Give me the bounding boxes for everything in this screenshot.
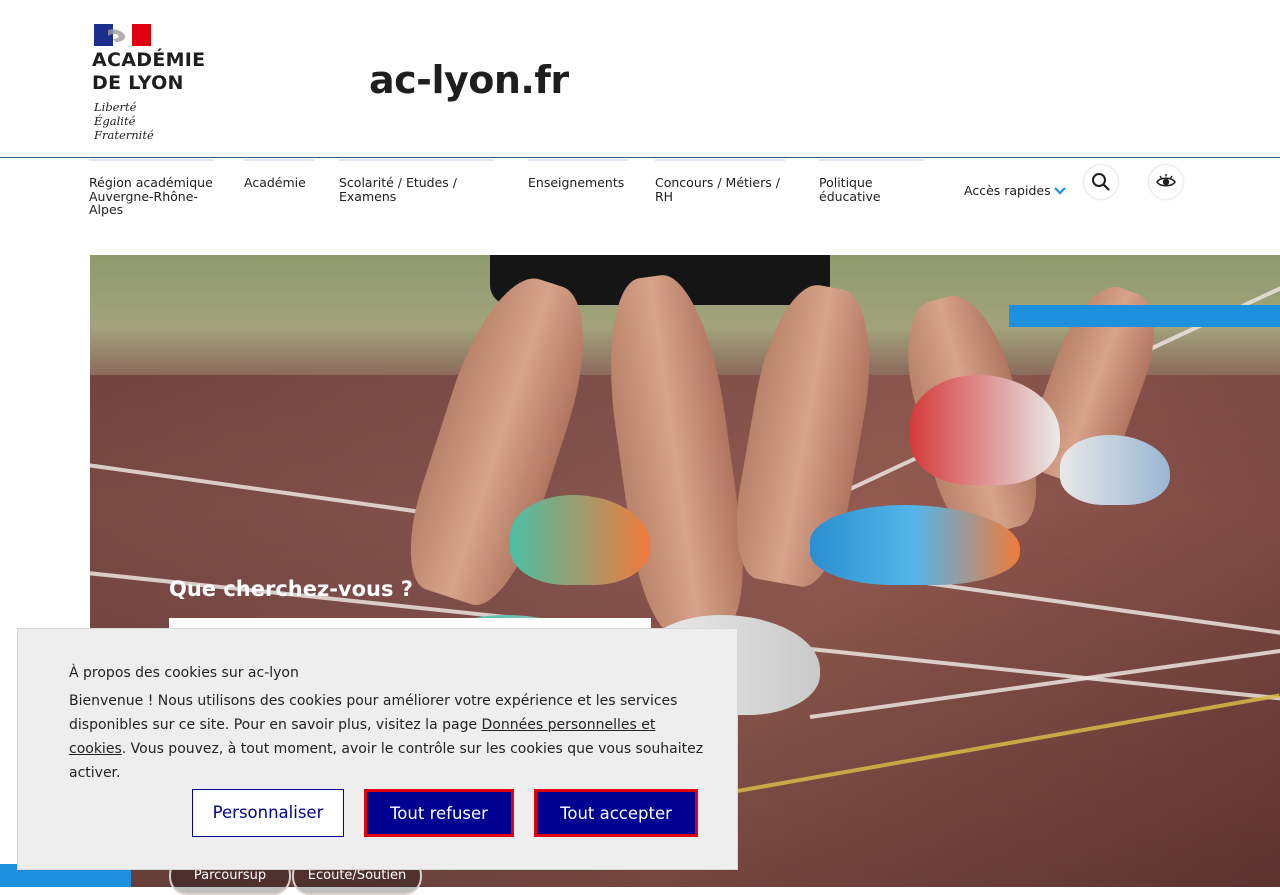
- header-divider: [0, 157, 1280, 158]
- cookie-text-outro: . Vous pouvez, à tout moment, avoir le c…: [69, 741, 704, 781]
- nav-item-politique[interactable]: Politique éducative: [819, 159, 924, 203]
- accessibility-button[interactable]: [1149, 165, 1183, 199]
- nav-item-scolarite[interactable]: Scolarité / Etudes / Examens: [339, 159, 494, 203]
- nav-item-concours[interactable]: Concours / Métiers / RH: [655, 159, 785, 203]
- search-prompt-heading: Que cherchez-vous ?: [169, 577, 413, 601]
- cookie-banner-title: À propos des cookies sur ac-lyon: [69, 665, 299, 681]
- nav-item-academie[interactable]: Académie: [244, 159, 314, 190]
- logo-line-2: DE LYON: [92, 72, 184, 94]
- running-shoe: [1060, 435, 1170, 505]
- nav-item-region[interactable]: Région académique Auvergne-Rhône-Alpes: [89, 159, 214, 217]
- quick-access-menu[interactable]: Accès rapides: [964, 183, 1051, 198]
- search-button[interactable]: [1084, 165, 1118, 199]
- customize-cookies-button[interactable]: Personnaliser: [192, 789, 344, 837]
- motto-egalite: Égalité: [94, 114, 136, 128]
- site-title[interactable]: ac-lyon.fr: [369, 58, 569, 102]
- motto-liberte: Liberté: [94, 100, 137, 114]
- hero-accent-bar: [1009, 305, 1280, 327]
- eye-icon: [1156, 174, 1176, 187]
- nav-item-enseignements[interactable]: Enseignements: [528, 159, 628, 190]
- cookie-banner-text: Bienvenue ! Nous utilisons des cookies p…: [69, 689, 709, 785]
- site-header: ACADÉMIE DE LYON Liberté Égalité Fratern…: [0, 0, 1280, 158]
- refuse-all-cookies-button[interactable]: Tout refuser: [364, 789, 514, 837]
- marianne-flag-icon: [94, 24, 151, 46]
- logo-line-1: ACADÉMIE: [92, 49, 206, 71]
- chevron-down-icon[interactable]: [1053, 184, 1067, 198]
- motto-fraternite: Fraternité: [94, 128, 154, 142]
- academie-logo[interactable]: ACADÉMIE DE LYON Liberté Égalité Fratern…: [92, 22, 222, 147]
- track-lane-line: [809, 617, 1280, 719]
- cookie-banner: À propos des cookies sur ac-lyon Bienven…: [17, 628, 738, 870]
- accept-all-cookies-button[interactable]: Tout accepter: [534, 789, 698, 837]
- running-shoe: [910, 375, 1060, 485]
- search-icon: [1092, 173, 1110, 191]
